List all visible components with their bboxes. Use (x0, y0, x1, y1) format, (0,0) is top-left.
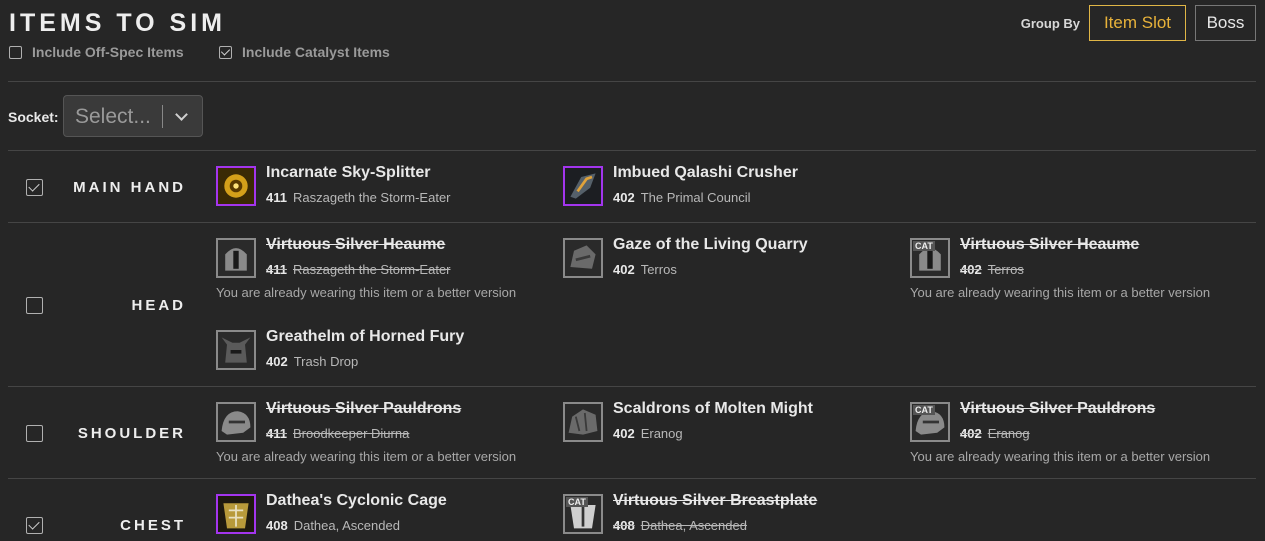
item-meta: 402 Eranog (613, 426, 683, 441)
helm-icon (216, 330, 256, 370)
catalyst-badge: CAT (913, 405, 935, 415)
slot-label-chest: CHEST (120, 517, 186, 534)
off-spec-label[interactable]: Include Off-Spec Items (32, 44, 184, 60)
item-level: 411 (266, 190, 287, 205)
item-level: 402 (613, 426, 635, 441)
slot-divider (8, 478, 1256, 479)
item-name: Dathea's Cyclonic Cage (266, 492, 447, 509)
item-name: Imbued Qalashi Crusher (613, 164, 798, 181)
item-source: Broodkeeper Diurna (292, 426, 410, 441)
chevron-down-icon[interactable] (175, 108, 188, 121)
helm-icon: CAT (910, 238, 950, 278)
already-wearing-note: You are already wearing this item or a b… (216, 285, 517, 300)
item-level: 402 (613, 190, 635, 205)
item-meta: 411 Raszageth the Storm-Eater (266, 190, 451, 205)
item-name: Virtuous Silver Heaume (266, 236, 446, 253)
item-level: 408 (613, 518, 635, 533)
item-meta: 408 Dathea, Ascended (266, 518, 400, 533)
item-meta: 402 Eranog (960, 426, 1030, 441)
shoulder-icon (563, 402, 603, 442)
item-meta: 402 Terros (613, 262, 677, 277)
item-source: The Primal Council (640, 190, 751, 205)
item-source: Dathea, Ascended (640, 518, 747, 533)
mace-icon (563, 166, 603, 206)
item-meta: 411 Raszageth the Storm-Eater (266, 262, 451, 277)
select-separator (162, 105, 163, 128)
item-name: Incarnate Sky-Splitter (266, 164, 431, 181)
slot-divider (8, 386, 1256, 387)
item-level: 402 (960, 262, 982, 277)
socket-select-placeholder: Select... (75, 105, 151, 128)
already-wearing-note: You are already wearing this item or a b… (216, 449, 517, 464)
item-name: Virtuous Silver Breastplate (613, 492, 818, 509)
off-spec-option[interactable]: Include Off-Spec Items (9, 44, 184, 60)
item-name: Greathelm of Horned Fury (266, 328, 465, 345)
socket-label: Socket: (8, 109, 59, 125)
page-title: ITEMS TO SIM (9, 9, 226, 37)
item-name: Virtuous Silver Pauldrons (266, 400, 462, 417)
already-wearing-note: You are already wearing this item or a b… (910, 285, 1211, 300)
group-by-label: Group By (1020, 16, 1080, 31)
catalyst-badge: CAT (566, 497, 588, 507)
shoulder-icon: CAT (910, 402, 950, 442)
mace-icon (216, 166, 256, 206)
item-source: Eranog (640, 426, 683, 441)
slot-label-head: HEAD (131, 297, 186, 314)
item-level: 408 (266, 518, 288, 533)
chest-icon (216, 494, 256, 534)
item-name: Virtuous Silver Pauldrons (960, 400, 1156, 417)
header-divider (8, 81, 1256, 82)
slot-divider (8, 150, 1256, 151)
catalyst-label[interactable]: Include Catalyst Items (242, 44, 390, 60)
item-level: 411 (266, 262, 287, 277)
catalyst-checkbox[interactable] (219, 45, 232, 59)
item-source: Dathea, Ascended (293, 518, 400, 533)
chest-icon: CAT (563, 494, 603, 534)
item-source: Raszageth the Storm-Eater (292, 262, 451, 277)
item-level: 402 (960, 426, 982, 441)
item-meta: 411 Broodkeeper Diurna (266, 426, 409, 441)
item-source: Terros (640, 262, 677, 277)
socket-select[interactable]: Select... (63, 95, 203, 137)
slot-divider (8, 222, 1256, 223)
item-meta: 402 Terros (960, 262, 1024, 277)
item-source: Trash Drop (293, 354, 359, 369)
slot-label-main-hand: MAIN HAND (73, 179, 186, 196)
item-source: Eranog (987, 426, 1030, 441)
item-meta: 402 Trash Drop (266, 354, 358, 369)
catalyst-badge: CAT (913, 241, 935, 251)
group-by-item-slot-button[interactable]: Item Slot (1089, 5, 1186, 41)
item-name: Scaldrons of Molten Might (613, 400, 813, 417)
item-source: Terros (987, 262, 1024, 277)
off-spec-checkbox[interactable] (9, 45, 22, 59)
item-source: Raszageth the Storm-Eater (292, 190, 451, 205)
item-name: Gaze of the Living Quarry (613, 236, 808, 253)
item-level: 402 (613, 262, 635, 277)
helm-icon (216, 238, 256, 278)
item-meta: 408 Dathea, Ascended (613, 518, 747, 533)
item-level: 411 (266, 426, 287, 441)
group-by-boss-button[interactable]: Boss (1195, 5, 1256, 41)
catalyst-option[interactable]: Include Catalyst Items (219, 44, 390, 60)
item-name: Virtuous Silver Heaume (960, 236, 1140, 253)
slot-label-shoulder: SHOULDER (77, 425, 186, 442)
item-level: 402 (266, 354, 288, 369)
shoulder-icon (216, 402, 256, 442)
helm-icon (563, 238, 603, 278)
item-meta: 402 The Primal Council (613, 190, 751, 205)
already-wearing-note: You are already wearing this item or a b… (910, 449, 1211, 464)
